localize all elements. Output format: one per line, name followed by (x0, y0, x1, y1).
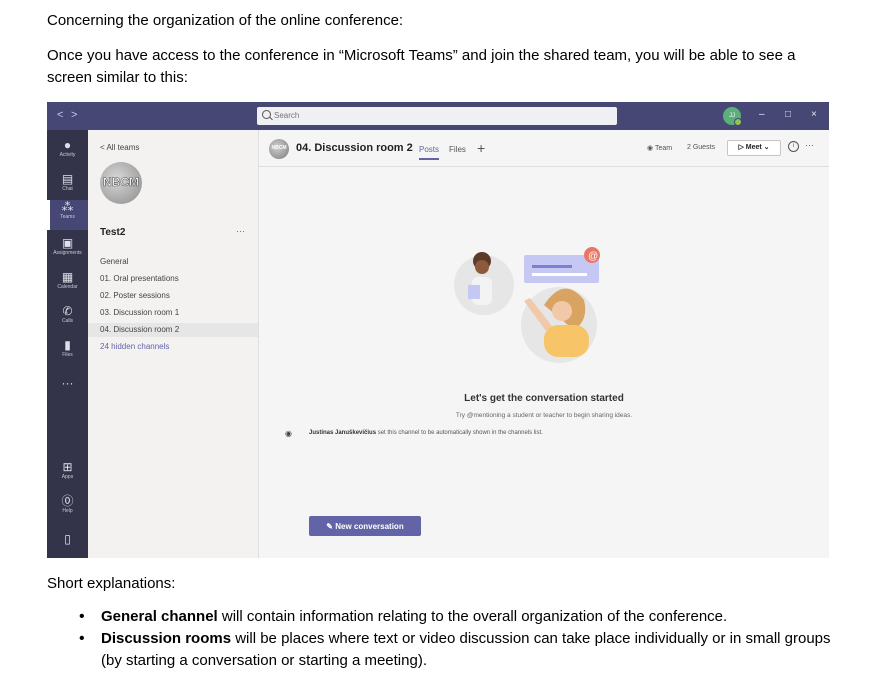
meet-button[interactable]: ▷ Meet ⌄ (727, 140, 781, 156)
channel-avatar-text: NBCM (271, 145, 287, 151)
calendar-icon: ▦ (61, 270, 74, 284)
intro-paragraph: Once you have access to the conference i… (47, 47, 796, 86)
maximize-icon[interactable]: □ (785, 109, 791, 120)
channel-poster-sessions[interactable]: 02. Poster sessions (88, 289, 258, 303)
bell-icon: ● (63, 138, 72, 152)
rail-item-more[interactable]: ··· (47, 376, 88, 406)
channel-main: NBCM 04. Discussion room 2 Posts Files +… (259, 130, 829, 558)
notice-message: set this channel to be automatically sho… (376, 430, 543, 436)
short-explanations-heading: Short explanations: (47, 575, 176, 592)
new-conversation-button[interactable]: ✎ New conversation (309, 516, 421, 536)
search-input[interactable] (274, 109, 604, 122)
conversation-title: Let's get the conversation started (464, 393, 624, 404)
channel-title: 04. Discussion room 2 (296, 142, 413, 154)
illustration-person-head (475, 260, 489, 274)
rail-item-files[interactable]: ▮ Files (47, 338, 88, 368)
compose-icon: ✎ (326, 521, 336, 531)
rail-label: Teams (60, 214, 75, 220)
rail-label: Calendar (57, 284, 78, 290)
title-bar: < > JJ – □ × (47, 102, 829, 130)
rail-item-assignments[interactable]: ▣ Assignments (47, 236, 88, 266)
illustration-line (532, 265, 572, 268)
rail-label: Apps (61, 474, 74, 480)
video-icon: ▷ (738, 144, 746, 151)
rail-item-activity[interactable]: ● Activity (47, 138, 88, 168)
illustration-person-head-right (552, 301, 572, 321)
teams-icon: ⁂ (61, 200, 74, 214)
chat-icon: ▤ (61, 172, 74, 186)
more-options-icon[interactable]: ··· (805, 140, 814, 150)
notice-name: Justinas Januškevičius (309, 430, 377, 436)
svg-text:@: @ (588, 251, 598, 262)
channel-discussion-room-2[interactable]: 04. Discussion room 2 (88, 323, 258, 337)
rail-item-calendar[interactable]: ▦ Calendar (47, 270, 88, 300)
channel-panel: < All teams NBCM Test2 ··· General 01. O… (88, 130, 259, 558)
phone-icon: ✆ (62, 304, 73, 318)
rail-item-teams[interactable]: ⁂ Teams (47, 200, 88, 230)
teams-screenshot: < > JJ – □ × ● Activity ▤ Chat ⁂ Teams ▣… (47, 102, 829, 558)
minimize-icon[interactable]: – (759, 109, 765, 120)
team-logo-text: NBCM (103, 175, 140, 190)
channel-header: NBCM 04. Discussion room 2 Posts Files +… (259, 130, 829, 167)
info-icon[interactable]: i (788, 141, 799, 152)
rail-label: Help (62, 508, 73, 514)
illustration-tablet (468, 285, 480, 299)
rail-item-apps[interactable]: ⊞ Apps (47, 460, 88, 490)
conversation-illustration: @ (454, 247, 600, 363)
channel-general[interactable]: General (88, 255, 258, 269)
list-item: General channel will contain information… (79, 606, 839, 628)
illustration-line (532, 273, 587, 276)
more-icon: ··· (61, 376, 74, 390)
team-name[interactable]: Test2 (100, 227, 125, 238)
rail-label: Assignments (53, 250, 82, 256)
files-icon: ▮ (64, 338, 71, 352)
channel-avatar: NBCM (269, 139, 289, 159)
channel-oral-presentations[interactable]: 01. Oral presentations (88, 272, 258, 286)
forward-icon[interactable]: > (71, 109, 77, 121)
team-more-icon[interactable]: ··· (236, 226, 245, 236)
back-icon[interactable]: < (57, 109, 63, 121)
assignments-icon: ▣ (61, 236, 74, 250)
explanations-list: General channel will contain information… (79, 606, 839, 672)
rail-item-help[interactable]: ⓪ Help (47, 494, 88, 524)
eye-icon: ◉ (285, 429, 292, 438)
search-box[interactable] (257, 107, 617, 125)
conversation-subtitle: Try @mentioning a student or teacher to … (455, 412, 633, 419)
chevron-down-icon: ⌄ (761, 144, 770, 151)
apps-icon: ⊞ (62, 460, 73, 474)
rail-label: Files (62, 352, 73, 358)
channel-discussion-room-1[interactable]: 03. Discussion room 1 (88, 306, 258, 320)
eye-icon: ◉ (647, 145, 655, 152)
team-avatar[interactable]: NBCM (100, 162, 142, 204)
bullet-text: will contain information relating to the… (217, 608, 728, 625)
new-conversation-label: New conversation (335, 521, 404, 531)
add-tab-icon[interactable]: + (477, 140, 485, 156)
team-button-label: Team (654, 145, 673, 152)
illustration-person-body-right (544, 325, 589, 357)
guests-button[interactable]: 2 Guests (687, 144, 715, 151)
search-icon (262, 110, 271, 119)
help-icon: ⓪ (61, 494, 74, 508)
rail-label: Activity (59, 152, 76, 158)
intro-text: Concerning the organization of the onlin… (47, 12, 404, 29)
bullet-term: General channel (101, 608, 218, 625)
app-rail: ● Activity ▤ Chat ⁂ Teams ▣ Assignments … (47, 130, 88, 558)
rail-item-device[interactable]: ▯ (47, 532, 88, 558)
rail-label: Calls (61, 318, 74, 324)
rail-label: Chat (62, 186, 73, 192)
list-item: Discussion rooms will be places where te… (79, 628, 839, 672)
team-button[interactable]: ◉ Team (647, 144, 672, 152)
hidden-channels-link[interactable]: 24 hidden channels (88, 340, 258, 354)
avatar[interactable]: JJ (723, 107, 742, 126)
device-icon: ▯ (64, 532, 71, 546)
notice-text: Justinas Januškevičius set this channel … (309, 430, 543, 436)
tab-files[interactable]: Files (449, 145, 466, 154)
rail-item-chat[interactable]: ▤ Chat (47, 172, 88, 202)
tab-posts[interactable]: Posts (419, 145, 440, 160)
rail-item-calls[interactable]: ✆ Calls (47, 304, 88, 334)
all-teams-link[interactable]: < All teams (100, 143, 139, 152)
bullet-term: Discussion rooms (101, 630, 232, 647)
meet-label: Meet (745, 144, 762, 151)
close-icon[interactable]: × (811, 109, 817, 120)
